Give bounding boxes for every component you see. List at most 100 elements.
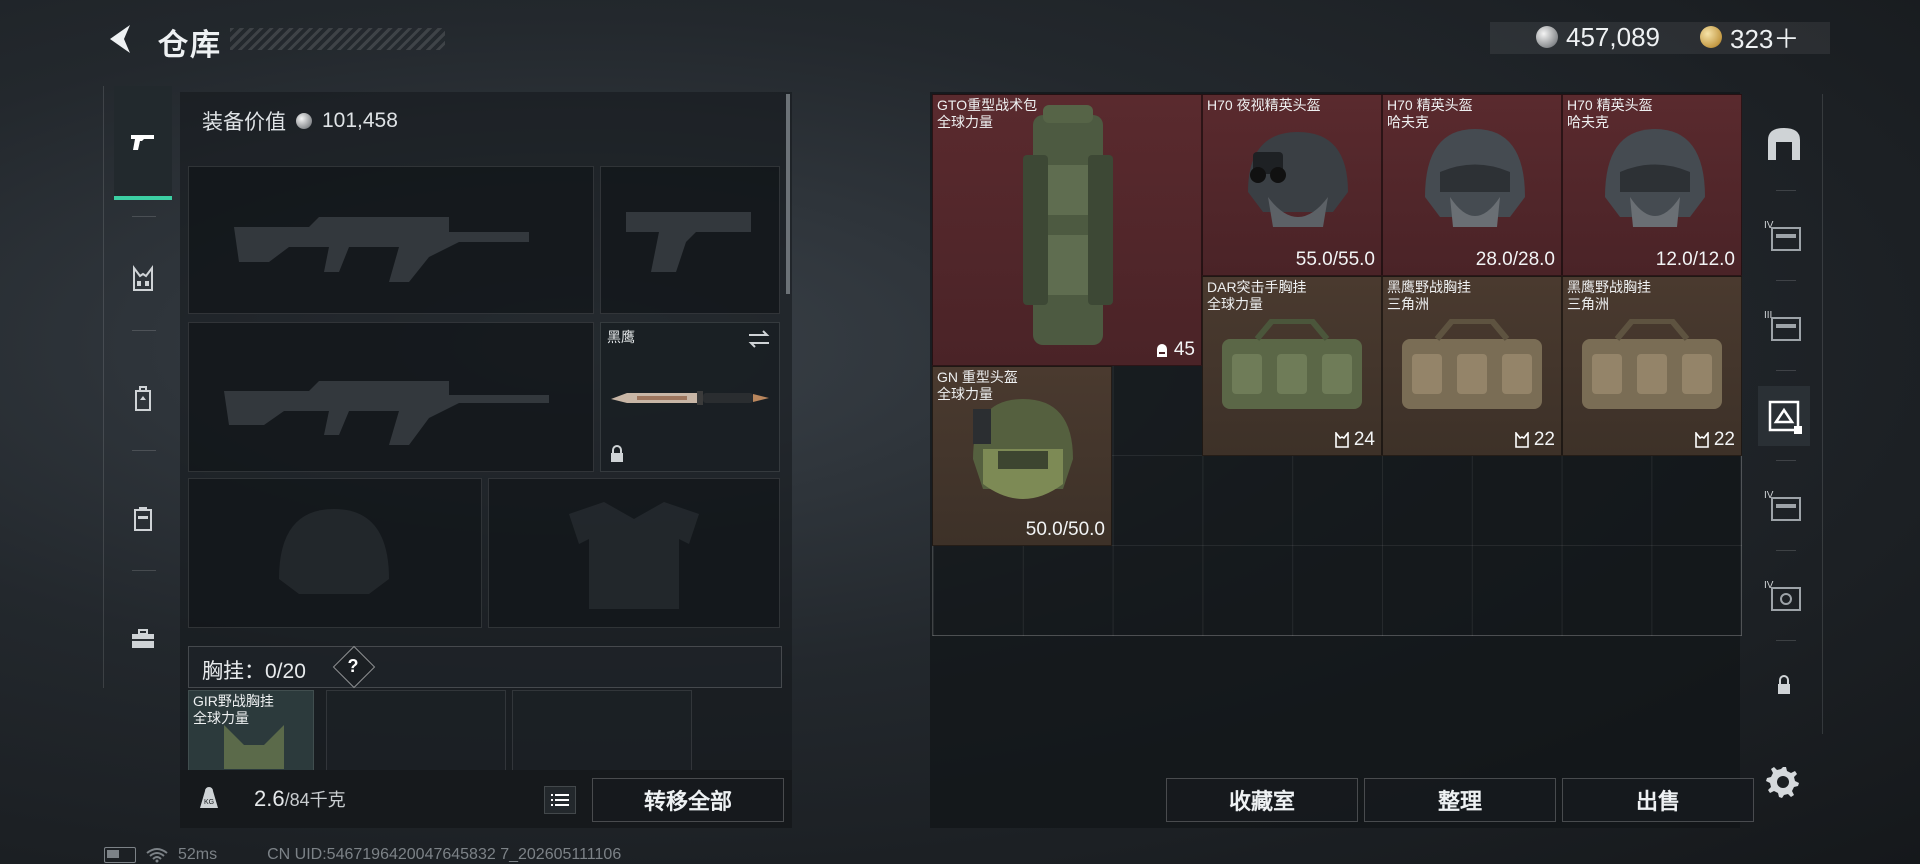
storage-tabs: IV III IV IV <box>1748 94 1823 734</box>
inventory-item[interactable]: DAR突击手胸挂 全球力量 24 <box>1202 276 1382 456</box>
inventory-item[interactable]: H70 精英头盔 哈夫克 12.0/12.0 <box>1562 94 1742 276</box>
item-name: 黑鹰野战胸挂 三角洲 <box>1567 279 1651 312</box>
item-name: H70 精英头盔 哈夫克 <box>1387 97 1473 130</box>
equipment-value-label: 装备价值 <box>202 111 286 134</box>
ping: 52ms <box>178 846 218 863</box>
safe-icon <box>1768 128 1800 160</box>
item-name: GTO重型战术包 全球力量 <box>937 97 1038 130</box>
vest-icon <box>1515 432 1529 448</box>
item-durability: 50.0/50.0 <box>1025 519 1105 540</box>
weight-readout: 2.6/84千克 <box>254 786 346 812</box>
chest-rig-label: 胸挂： <box>202 660 265 683</box>
tab-weapons[interactable] <box>114 86 172 200</box>
sell-button[interactable]: 出售 <box>1562 778 1754 822</box>
item-durability: 28.0/28.0 <box>1475 249 1555 270</box>
tab-storage-iv-a[interactable]: IV <box>1758 206 1810 266</box>
equipment-scrollbar[interactable] <box>786 94 790 294</box>
vest-thumbnail-icon <box>1222 319 1362 409</box>
vest-icon <box>1695 432 1709 448</box>
chest-rig-count: 0/20 <box>265 660 306 683</box>
armor-slot[interactable] <box>488 478 780 628</box>
vest-thumbnail-icon <box>1402 319 1542 409</box>
storage-icon: IV <box>1764 580 1801 611</box>
item-name: GN 重型头盔 全球力量 <box>937 369 1018 402</box>
helmet-silhouette-icon <box>279 509 389 594</box>
inventory-item[interactable]: GN 重型头盔 全球力量 50.0/50.0 <box>932 366 1112 546</box>
vest-thumbnail-icon <box>1582 319 1722 409</box>
chest-rig-slot[interactable] <box>512 690 692 772</box>
tab-storage-iv-c[interactable]: IV <box>1758 566 1810 626</box>
battery-icon <box>104 847 136 863</box>
storage-icon: IV <box>1764 490 1801 521</box>
pistol-icon <box>131 135 154 150</box>
tab-container[interactable] <box>114 484 172 554</box>
inventory-item[interactable]: GTO重型战术包 全球力量 45 <box>932 94 1202 366</box>
tab-storage-iv-b[interactable]: IV <box>1758 476 1810 536</box>
item-value: 24 <box>1334 429 1375 451</box>
helmet-slot[interactable] <box>188 478 482 628</box>
collection-room-button[interactable]: 收藏室 <box>1166 778 1358 822</box>
silver-coin-icon <box>296 113 312 129</box>
chest-rig-item[interactable]: GIR野战胸挂 全球力量 <box>188 690 314 772</box>
lock-icon <box>1778 675 1790 694</box>
swap-icon[interactable] <box>747 329 771 349</box>
backpack-thumbnail-icon <box>1023 105 1113 345</box>
storage-icon: IV <box>1764 220 1801 251</box>
item-name: H70 精英头盔 哈夫克 <box>1567 97 1653 130</box>
back-arrow-icon[interactable] <box>104 22 138 56</box>
storage-icon: III <box>1764 310 1801 341</box>
chest-rig-capacity: 胸挂：0/20 <box>202 655 306 685</box>
inventory-item[interactable]: 黑鹰野战胸挂 三角洲 22 <box>1562 276 1742 456</box>
pistol-silhouette-icon <box>626 212 751 272</box>
helmet-thumbnail-icon <box>1248 132 1348 227</box>
silver-currency: 457,089 <box>1536 20 1660 54</box>
inventory-item[interactable]: H70 夜视精英头盔 55.0/55.0 <box>1202 94 1382 276</box>
gold-currency[interactable]: 323＋ <box>1700 20 1799 54</box>
transfer-all-button[interactable]: 转移全部 <box>592 778 784 822</box>
item-value: 22 <box>1694 429 1735 451</box>
rifle-silhouette-icon <box>234 217 529 282</box>
chest-rig-slot[interactable] <box>326 690 506 772</box>
melee-name: 黑鹰 <box>607 329 635 345</box>
sidearm-slot[interactable] <box>600 166 780 314</box>
rifle-silhouette-icon <box>224 381 549 445</box>
melee-slot[interactable]: 黑鹰 <box>600 322 780 472</box>
page-title: 仓库 <box>158 29 222 62</box>
equipment-value: 装备价值 101,458 <box>202 106 398 136</box>
silver-coin-icon <box>1536 26 1558 48</box>
title-decoration <box>230 28 445 50</box>
chest-rig-item-name: GIR野战胸挂 全球力量 <box>193 693 274 726</box>
tab-storage-active[interactable] <box>1758 386 1810 446</box>
primary-weapon-slot[interactable] <box>188 166 594 314</box>
tab-storage-iii[interactable]: III <box>1758 296 1810 356</box>
storage-icon <box>1768 400 1802 434</box>
tab-toolbox[interactable] <box>114 604 172 674</box>
help-button[interactable]: ? <box>339 652 367 680</box>
weight-max: /84千克 <box>284 790 346 810</box>
tab-chest-rig[interactable] <box>114 244 172 314</box>
helmet-thumbnail-icon <box>973 399 1073 499</box>
toolbox-icon <box>132 629 154 648</box>
gear-icon[interactable] <box>1766 764 1800 798</box>
tab-locked[interactable] <box>1758 656 1810 716</box>
inventory-item[interactable]: 黑鹰野战胸挂 三角洲 22 <box>1382 276 1562 456</box>
secondary-weapon-slot[interactable] <box>188 322 594 472</box>
item-name: 黑鹰野战胸挂 三角洲 <box>1387 279 1471 312</box>
capacity-icon <box>1156 344 1167 357</box>
knife-icon <box>611 391 769 405</box>
helmet-thumbnail-icon <box>1605 129 1705 227</box>
gold-coin-icon <box>1700 26 1722 48</box>
weight-current: 2.6 <box>254 786 285 811</box>
tab-backpack[interactable] <box>114 364 172 434</box>
equipment-value-amount: 101,458 <box>322 109 398 132</box>
list-view-button[interactable] <box>544 786 576 814</box>
item-name: DAR突击手胸挂 全球力量 <box>1207 279 1307 312</box>
tab-safe-box[interactable] <box>1758 114 1810 174</box>
container-icon <box>134 507 152 531</box>
item-durability: 55.0/55.0 <box>1295 249 1375 270</box>
inventory-item[interactable]: H70 精英头盔 哈夫克 28.0/28.0 <box>1382 94 1562 276</box>
uid-text: CN UID:5467196420047645832 7_20260511110… <box>267 846 622 863</box>
organize-button[interactable]: 整理 <box>1364 778 1556 822</box>
item-name: H70 夜视精英头盔 <box>1207 97 1321 113</box>
category-tabs <box>103 86 176 688</box>
